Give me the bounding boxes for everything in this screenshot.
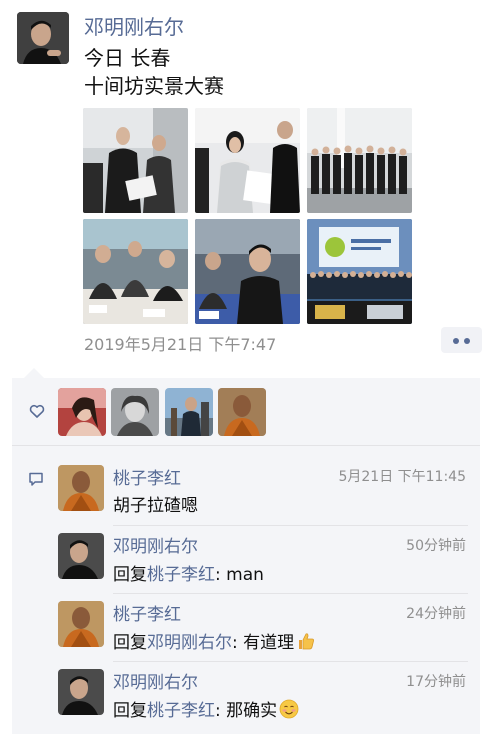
comment-icon xyxy=(28,471,44,487)
reply-body: : 那确实 xyxy=(215,701,278,721)
comment-author[interactable]: 桃子李红 xyxy=(113,600,181,625)
author-avatar-image xyxy=(17,12,69,64)
likes-comments-divider xyxy=(12,445,480,446)
liker-avatar[interactable] xyxy=(111,388,159,436)
blush-emoji-icon xyxy=(279,699,299,719)
comment-divider xyxy=(113,593,468,594)
post-author-name[interactable]: 邓明刚右尔 xyxy=(84,11,184,40)
liker-avatar[interactable] xyxy=(165,388,213,436)
photo-6[interactable] xyxy=(307,219,412,324)
comment-text: 胡子拉碴嗯 xyxy=(113,496,198,516)
commenter-avatar[interactable] xyxy=(58,601,104,647)
liker-avatar[interactable] xyxy=(58,388,106,436)
commenter-avatar[interactable] xyxy=(58,533,104,579)
comment-author[interactable]: 邓明刚右尔 xyxy=(113,668,198,693)
reply-prefix: 回复 xyxy=(113,701,147,721)
more-dot-icon xyxy=(464,338,470,344)
comment-reply-text: 回复桃子李红: 那确实 xyxy=(113,696,299,721)
commenter-avatar[interactable] xyxy=(58,669,104,715)
reply-prefix: 回复 xyxy=(113,633,147,653)
reply-to-name[interactable]: 桃子李红 xyxy=(147,565,215,585)
post-text-line1: 今日 长春 xyxy=(84,46,171,70)
comment-time: 5月21日 下午11:45 xyxy=(338,469,466,485)
comment-time: 17分钟前 xyxy=(406,674,466,690)
comment-reply-text: 回复邓明刚右尔: 有道理 xyxy=(113,628,316,653)
reply-to-name[interactable]: 桃子李红 xyxy=(147,701,215,721)
more-options-button[interactable] xyxy=(441,327,482,353)
more-dot-icon xyxy=(453,338,459,344)
photo-5[interactable] xyxy=(195,219,300,324)
post-text-line2: 十间坊实景大赛 xyxy=(84,74,224,98)
thumbs-up-emoji-icon xyxy=(299,633,315,650)
comment-divider xyxy=(113,661,468,662)
reply-to-name[interactable]: 邓明刚右尔 xyxy=(147,633,232,653)
post-timestamp: 2019年5月21日 下午7:47 xyxy=(84,335,277,354)
comment-author[interactable]: 桃子李红 xyxy=(113,464,181,489)
photo-2[interactable] xyxy=(195,108,300,213)
comment-time: 50分钟前 xyxy=(406,538,466,554)
panel-arrow xyxy=(24,368,44,378)
comment-time: 24分钟前 xyxy=(406,606,466,622)
reply-prefix: 回复 xyxy=(113,565,147,585)
reply-body: : man xyxy=(215,565,264,585)
comment-author[interactable]: 邓明刚右尔 xyxy=(113,532,198,557)
reply-body: : 有道理 xyxy=(232,633,295,653)
comment-divider xyxy=(113,525,468,526)
liker-avatar[interactable] xyxy=(218,388,266,436)
author-avatar[interactable] xyxy=(17,12,69,64)
photo-3[interactable] xyxy=(307,108,412,213)
photo-4[interactable] xyxy=(83,219,188,324)
commenter-avatar[interactable] xyxy=(58,465,104,511)
comment-reply-text: 回复桃子李红: man xyxy=(113,560,264,585)
photo-1[interactable] xyxy=(83,108,188,213)
heart-icon xyxy=(29,403,45,419)
